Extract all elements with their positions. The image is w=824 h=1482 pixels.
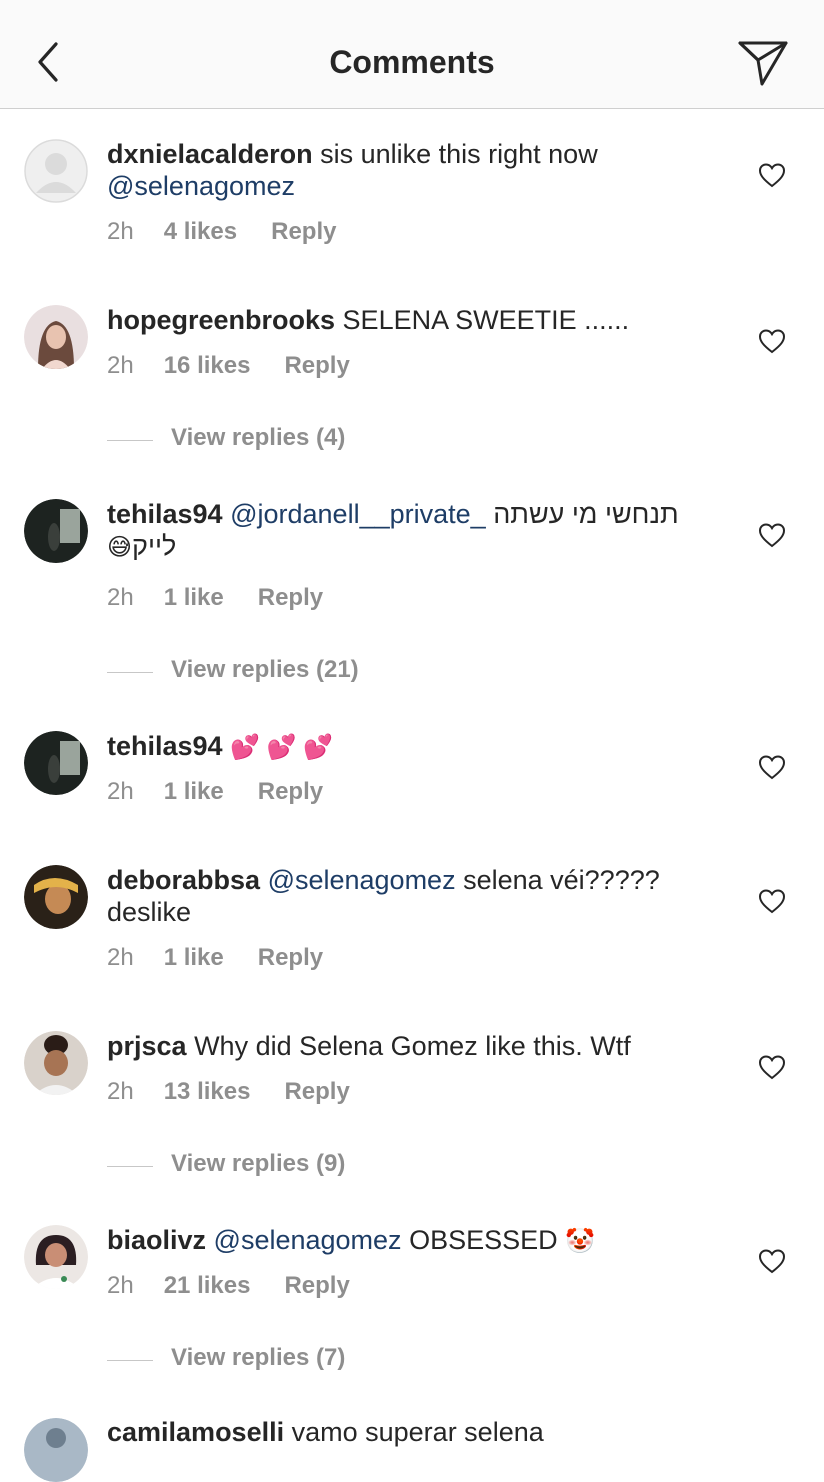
page-title: Comments [329,44,495,80]
reply-button[interactable]: Reply [258,584,323,612]
like-heart-icon[interactable] [758,754,786,780]
comment-time: 2h [107,584,134,611]
comment-body: Why did Selena Gomez like this. Wtf [186,1031,631,1061]
reply-button[interactable]: Reply [258,778,323,806]
comment-time: 2h [107,1078,134,1105]
comment-time: 2h [107,352,134,379]
avatar[interactable] [24,1418,88,1482]
comment-likes[interactable]: 16 likes [164,352,251,380]
comment-likes[interactable]: 21 likes [164,1272,251,1300]
like-heart-icon[interactable] [758,162,786,188]
comment-meta: 2h 16 likes Reply [107,352,384,380]
like-heart-icon[interactable] [758,1054,786,1080]
comment-mention[interactable]: @jordanell__private_ [230,499,486,529]
comment-meta: 2h 1 like Reply [107,778,357,806]
comment-time: 2h [107,218,134,245]
comment-likes[interactable]: 1 like [164,944,224,972]
comment-username[interactable]: tehilas94 [107,731,223,761]
avatar[interactable] [24,865,88,929]
comment-username[interactable]: prjsca [107,1031,187,1061]
comment-text: dxnielacalderon sis unlike this right no… [107,138,707,202]
view-replies-label[interactable]: View replies (4) [171,424,345,452]
comment-likes[interactable]: 1 like [164,778,224,806]
comment-text: tehilas94 @jordanell__private_ תנחשי מי … [107,498,707,564]
comment-username[interactable]: deborabbsa [107,865,260,895]
comment-body: sis unlike this right now [312,139,598,169]
reply-button[interactable]: Reply [258,944,323,972]
comment-text: biaolivz @selenagomez OBSESSED 🤡 [107,1224,707,1258]
comment-meta: 2h 1 like Reply [107,944,357,972]
comment-meta: 2h 21 likes Reply [107,1272,384,1300]
comment-text: tehilas94 💕 💕 💕 [107,730,707,764]
comment-mention[interactable]: @selenagomez [268,865,456,895]
send-paper-plane-icon[interactable] [736,38,792,88]
comment-meta: 2h 1 like Reply [107,584,357,612]
comment-text: deborabbsa @selenagomez selena véi????? … [107,864,707,928]
divider-line [107,1360,153,1361]
comment-body: vamo superar selena [284,1417,544,1447]
comment-meta: 2h 13 likes Reply [107,1078,384,1106]
comment-time: 2h [107,778,134,805]
view-replies-label[interactable]: View replies (9) [171,1150,345,1178]
divider-line [107,1166,153,1167]
like-heart-icon[interactable] [758,328,786,354]
grin-sweat-emoji: 😅 [107,534,133,561]
comment-body: OBSESSED [401,1225,566,1255]
reply-button[interactable]: Reply [271,218,336,246]
comment-mention[interactable]: @selenagomez [214,1225,402,1255]
view-replies-label[interactable]: View replies (7) [171,1344,345,1372]
avatar-default[interactable] [24,139,88,203]
comment-text: prjsca Why did Selena Gomez like this. W… [107,1030,707,1062]
divider-line [107,672,153,673]
comment-username[interactable]: dxnielacalderon [107,139,313,169]
reply-button[interactable]: Reply [284,1272,349,1300]
avatar[interactable] [24,499,88,563]
comment-body: selena véi????? [455,865,660,895]
comment-text: hopegreenbrooks SELENA SWEETIE ...... [107,304,707,336]
comment-meta: 2h 4 likes Reply [107,218,370,246]
comment-time: 2h [107,1272,134,1299]
comment-username[interactable]: tehilas94 [107,499,223,529]
comment-body: תנחשי מי עשתה [485,499,679,529]
comment-username[interactable]: hopegreenbrooks [107,305,335,335]
comment-mention[interactable]: @selenagomez [107,171,295,201]
view-replies-label[interactable]: View replies (21) [171,656,359,684]
comment-likes[interactable]: 13 likes [164,1078,251,1106]
like-heart-icon[interactable] [758,522,786,548]
divider-line [107,440,153,441]
comment-body-line2: לייק [132,531,177,561]
avatar[interactable] [24,731,88,795]
avatar[interactable] [24,1225,88,1289]
comment-username[interactable]: biaolivz [107,1225,206,1255]
reply-button[interactable]: Reply [284,352,349,380]
two-hearts-emoji: 💕 💕 💕 [230,734,334,761]
comment-likes[interactable]: 1 like [164,584,224,612]
like-heart-icon[interactable] [758,1248,786,1274]
comment-username[interactable]: camilamoselli [107,1417,284,1447]
avatar[interactable] [24,1031,88,1095]
comment-likes[interactable]: 4 likes [164,218,237,246]
avatar[interactable] [24,305,88,369]
comment-body: SELENA SWEETIE ...... [335,305,630,335]
clown-emoji: 🤡 [565,1228,596,1255]
comment-body-line2: deslike [107,897,192,927]
reply-button[interactable]: Reply [284,1078,349,1106]
comment-text: camilamoselli vamo superar selena [107,1416,707,1448]
top-nav-bar: Comments [0,0,824,109]
like-heart-icon[interactable] [758,888,786,914]
comment-time: 2h [107,944,134,971]
